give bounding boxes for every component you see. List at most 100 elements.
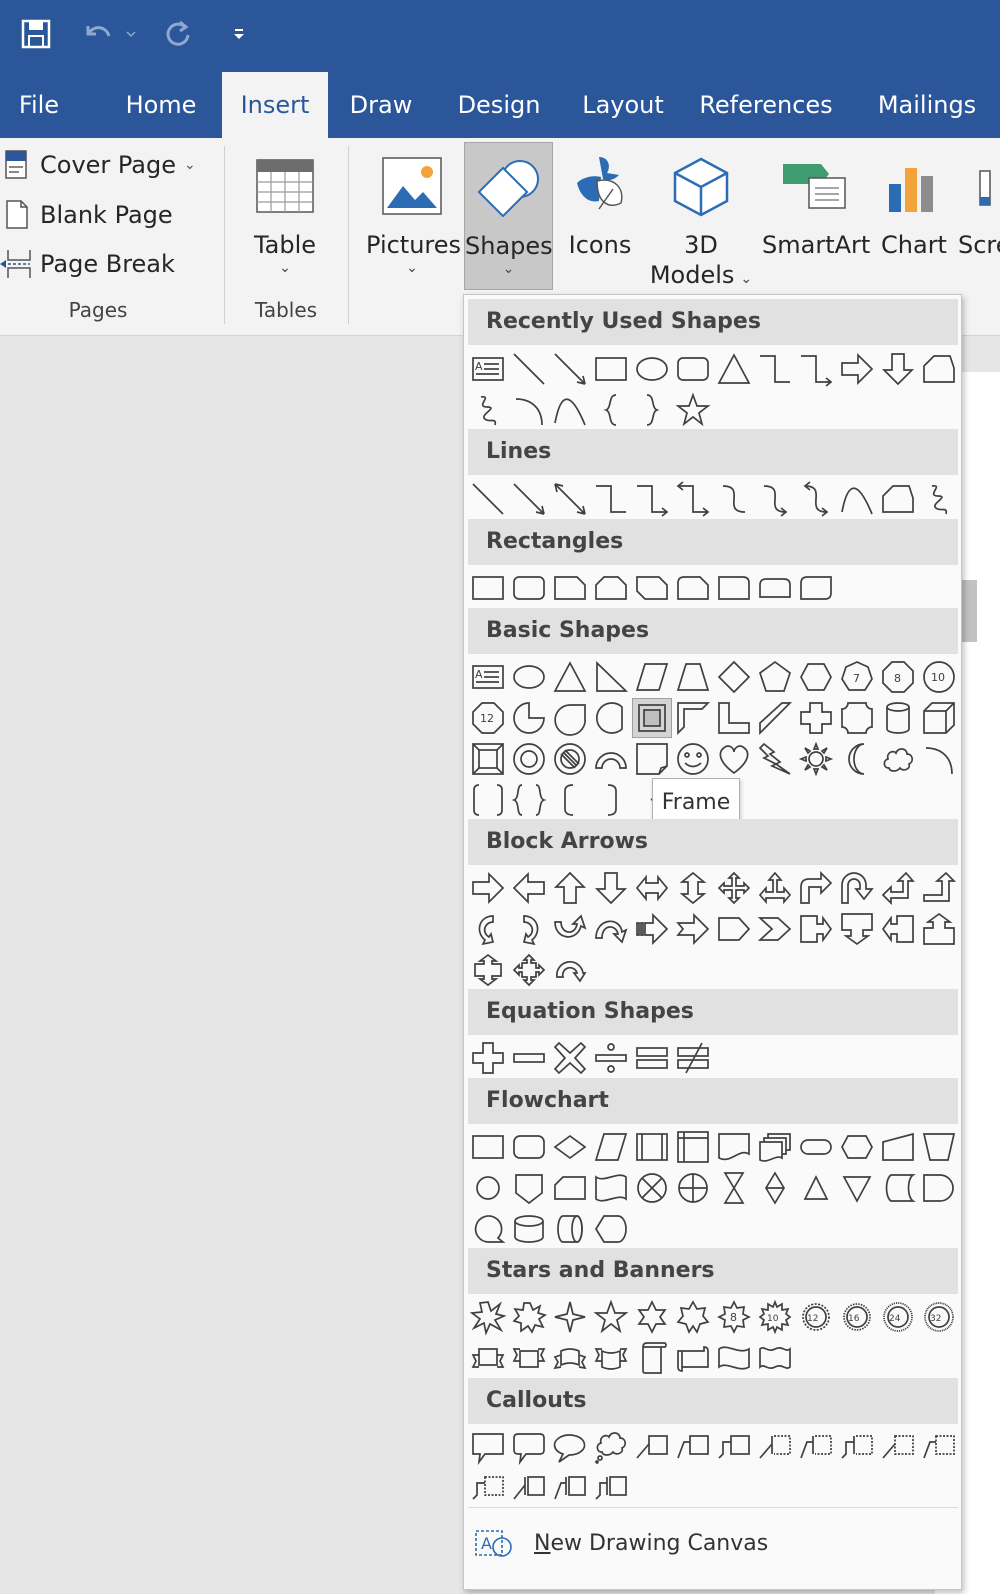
flowchart-collate-shape[interactable] — [714, 1168, 754, 1208]
tab-draw[interactable]: Draw — [336, 72, 426, 138]
line-arrow-shape[interactable] — [509, 479, 549, 519]
teardrop-shape[interactable] — [550, 698, 590, 738]
redo-icon[interactable] — [158, 14, 198, 54]
block-arc-shape[interactable] — [591, 739, 631, 779]
diagonal-stripe-shape[interactable] — [755, 698, 795, 738]
new-drawing-canvas-item[interactable]: A New Drawing Canvas — [468, 1513, 958, 1573]
flowchart-decision-shape[interactable] — [550, 1127, 590, 1167]
3d-models-button[interactable]: 3D Models ⌄ — [646, 142, 756, 290]
snip-single-corner-rectangle-shape[interactable] — [550, 568, 590, 608]
star-8-point-shape[interactable]: 8 — [714, 1297, 754, 1337]
down-arrow-shape[interactable] — [591, 868, 631, 908]
plaque-shape[interactable] — [837, 698, 877, 738]
flowchart-connector-shape[interactable] — [468, 1168, 508, 1208]
cloud-shape[interactable] — [878, 739, 918, 779]
chart-button[interactable]: Chart — [874, 142, 954, 290]
flowchart-preparation-shape[interactable] — [837, 1127, 877, 1167]
wave-shape[interactable] — [714, 1338, 754, 1378]
oval-shape[interactable] — [632, 349, 672, 389]
curved-arrow-connector-shape[interactable] — [755, 479, 795, 519]
star-4-point-shape[interactable] — [550, 1297, 590, 1337]
left-arrow-shape[interactable] — [509, 868, 549, 908]
notched-right-arrow-shape[interactable] — [673, 909, 713, 949]
not-equal-shape[interactable] — [673, 1038, 713, 1078]
rectangle-shape[interactable] — [468, 568, 508, 608]
star-5-point-shape[interactable] — [673, 390, 713, 430]
plus-shape[interactable] — [468, 1038, 508, 1078]
line-callout-1-shape[interactable] — [632, 1427, 672, 1467]
flowchart-summing-junction-shape[interactable] — [632, 1168, 672, 1208]
up-down-arrow-callout-shape[interactable] — [468, 950, 508, 990]
right-bracket-shape[interactable] — [591, 780, 631, 820]
no-symbol-shape[interactable] — [550, 739, 590, 779]
flowchart-document-shape[interactable] — [714, 1127, 754, 1167]
ribbon-tilted-down-shape[interactable] — [509, 1338, 549, 1378]
trapezoid-shape[interactable] — [673, 657, 713, 697]
oval-callout-shape[interactable] — [550, 1427, 590, 1467]
u-turn-arrow-shape[interactable] — [837, 868, 877, 908]
circular-arrow-shape[interactable] — [550, 950, 590, 990]
arc-shape[interactable] — [919, 739, 959, 779]
bevel-shape[interactable] — [468, 739, 508, 779]
l-shape[interactable] — [714, 698, 754, 738]
can-shape[interactable] — [878, 698, 918, 738]
flowchart-alternate-process-shape[interactable] — [509, 1127, 549, 1167]
chord-shape[interactable] — [591, 698, 631, 738]
smiley-face-shape[interactable] — [673, 739, 713, 779]
curved-down-arrow-shape[interactable] — [591, 909, 631, 949]
pictures-button[interactable]: Pictures ⌄ — [366, 142, 461, 290]
double-bracket-shape[interactable] — [468, 780, 508, 820]
tab-design[interactable]: Design — [446, 72, 552, 138]
flowchart-display-shape[interactable] — [591, 1209, 631, 1249]
line-arrow-shape[interactable] — [550, 349, 590, 389]
minus-shape[interactable] — [509, 1038, 549, 1078]
explosion-1-shape[interactable] — [468, 1297, 508, 1337]
bent-up-arrow-shape[interactable] — [919, 868, 959, 908]
elbow-connector-shape[interactable] — [755, 349, 795, 389]
double-brace-shape[interactable] — [509, 780, 549, 820]
partial-circle-shape[interactable] — [509, 698, 549, 738]
left-right-up-arrow-shape[interactable] — [755, 868, 795, 908]
flowchart-or-shape[interactable] — [673, 1168, 713, 1208]
line-shape[interactable] — [509, 349, 549, 389]
star-10-point-shape[interactable]: 10 — [755, 1297, 795, 1337]
left-up-arrow-shape[interactable] — [878, 868, 918, 908]
shapes-button[interactable]: Shapes ⌄ — [464, 142, 553, 290]
flowchart-card-shape[interactable] — [550, 1168, 590, 1208]
flowchart-sequential-access-storage-shape[interactable] — [468, 1209, 508, 1249]
freeform-shape[interactable] — [919, 349, 959, 389]
dodecagon-shape[interactable]: 12 — [468, 698, 508, 738]
curve-shape[interactable] — [550, 390, 590, 430]
scroll-horizontal-shape[interactable] — [673, 1338, 713, 1378]
right-brace-shape[interactable] — [632, 390, 672, 430]
elbow-double-arrow-connector-shape[interactable] — [673, 479, 713, 519]
rounded-rectangle-shape[interactable] — [673, 349, 713, 389]
up-down-arrow-shape[interactable] — [673, 868, 713, 908]
line-double-arrow-shape[interactable] — [550, 479, 590, 519]
flowchart-delay-shape[interactable] — [919, 1168, 959, 1208]
freeform-shape[interactable] — [878, 479, 918, 519]
star-32-point-shape[interactable]: 32 — [919, 1297, 959, 1337]
line-callout-1-accent-bar-shape[interactable] — [755, 1427, 795, 1467]
flowchart-terminator-shape[interactable] — [796, 1127, 836, 1167]
half-frame-shape[interactable] — [673, 698, 713, 738]
star-24-point-shape[interactable]: 24 — [878, 1297, 918, 1337]
round-diagonal-rectangle-shape[interactable] — [796, 568, 836, 608]
tab-home[interactable]: Home — [106, 72, 216, 138]
flowchart-extract-shape[interactable] — [796, 1168, 836, 1208]
curved-ribbon-up-shape[interactable] — [550, 1338, 590, 1378]
round-single-corner-rectangle-shape[interactable] — [714, 568, 754, 608]
line-shape[interactable] — [468, 479, 508, 519]
line-callout-2-shape[interactable] — [673, 1427, 713, 1467]
scroll-vertical-shape[interactable] — [632, 1338, 672, 1378]
snip-same-side-rectangle-shape[interactable] — [591, 568, 631, 608]
text-box-shape[interactable]: A — [468, 349, 508, 389]
text-box-shape[interactable]: A — [468, 657, 508, 697]
frame-shape[interactable] — [632, 698, 672, 738]
chevron-shape[interactable] — [755, 909, 795, 949]
screenshot-button[interactable]: Scre — [958, 142, 1000, 290]
cross-shape[interactable] — [796, 698, 836, 738]
striped-right-arrow-shape[interactable] — [632, 909, 672, 949]
flowchart-multidocument-shape[interactable] — [755, 1127, 795, 1167]
line-callout-2-border-and-accent-bar-shape[interactable] — [550, 1468, 590, 1508]
